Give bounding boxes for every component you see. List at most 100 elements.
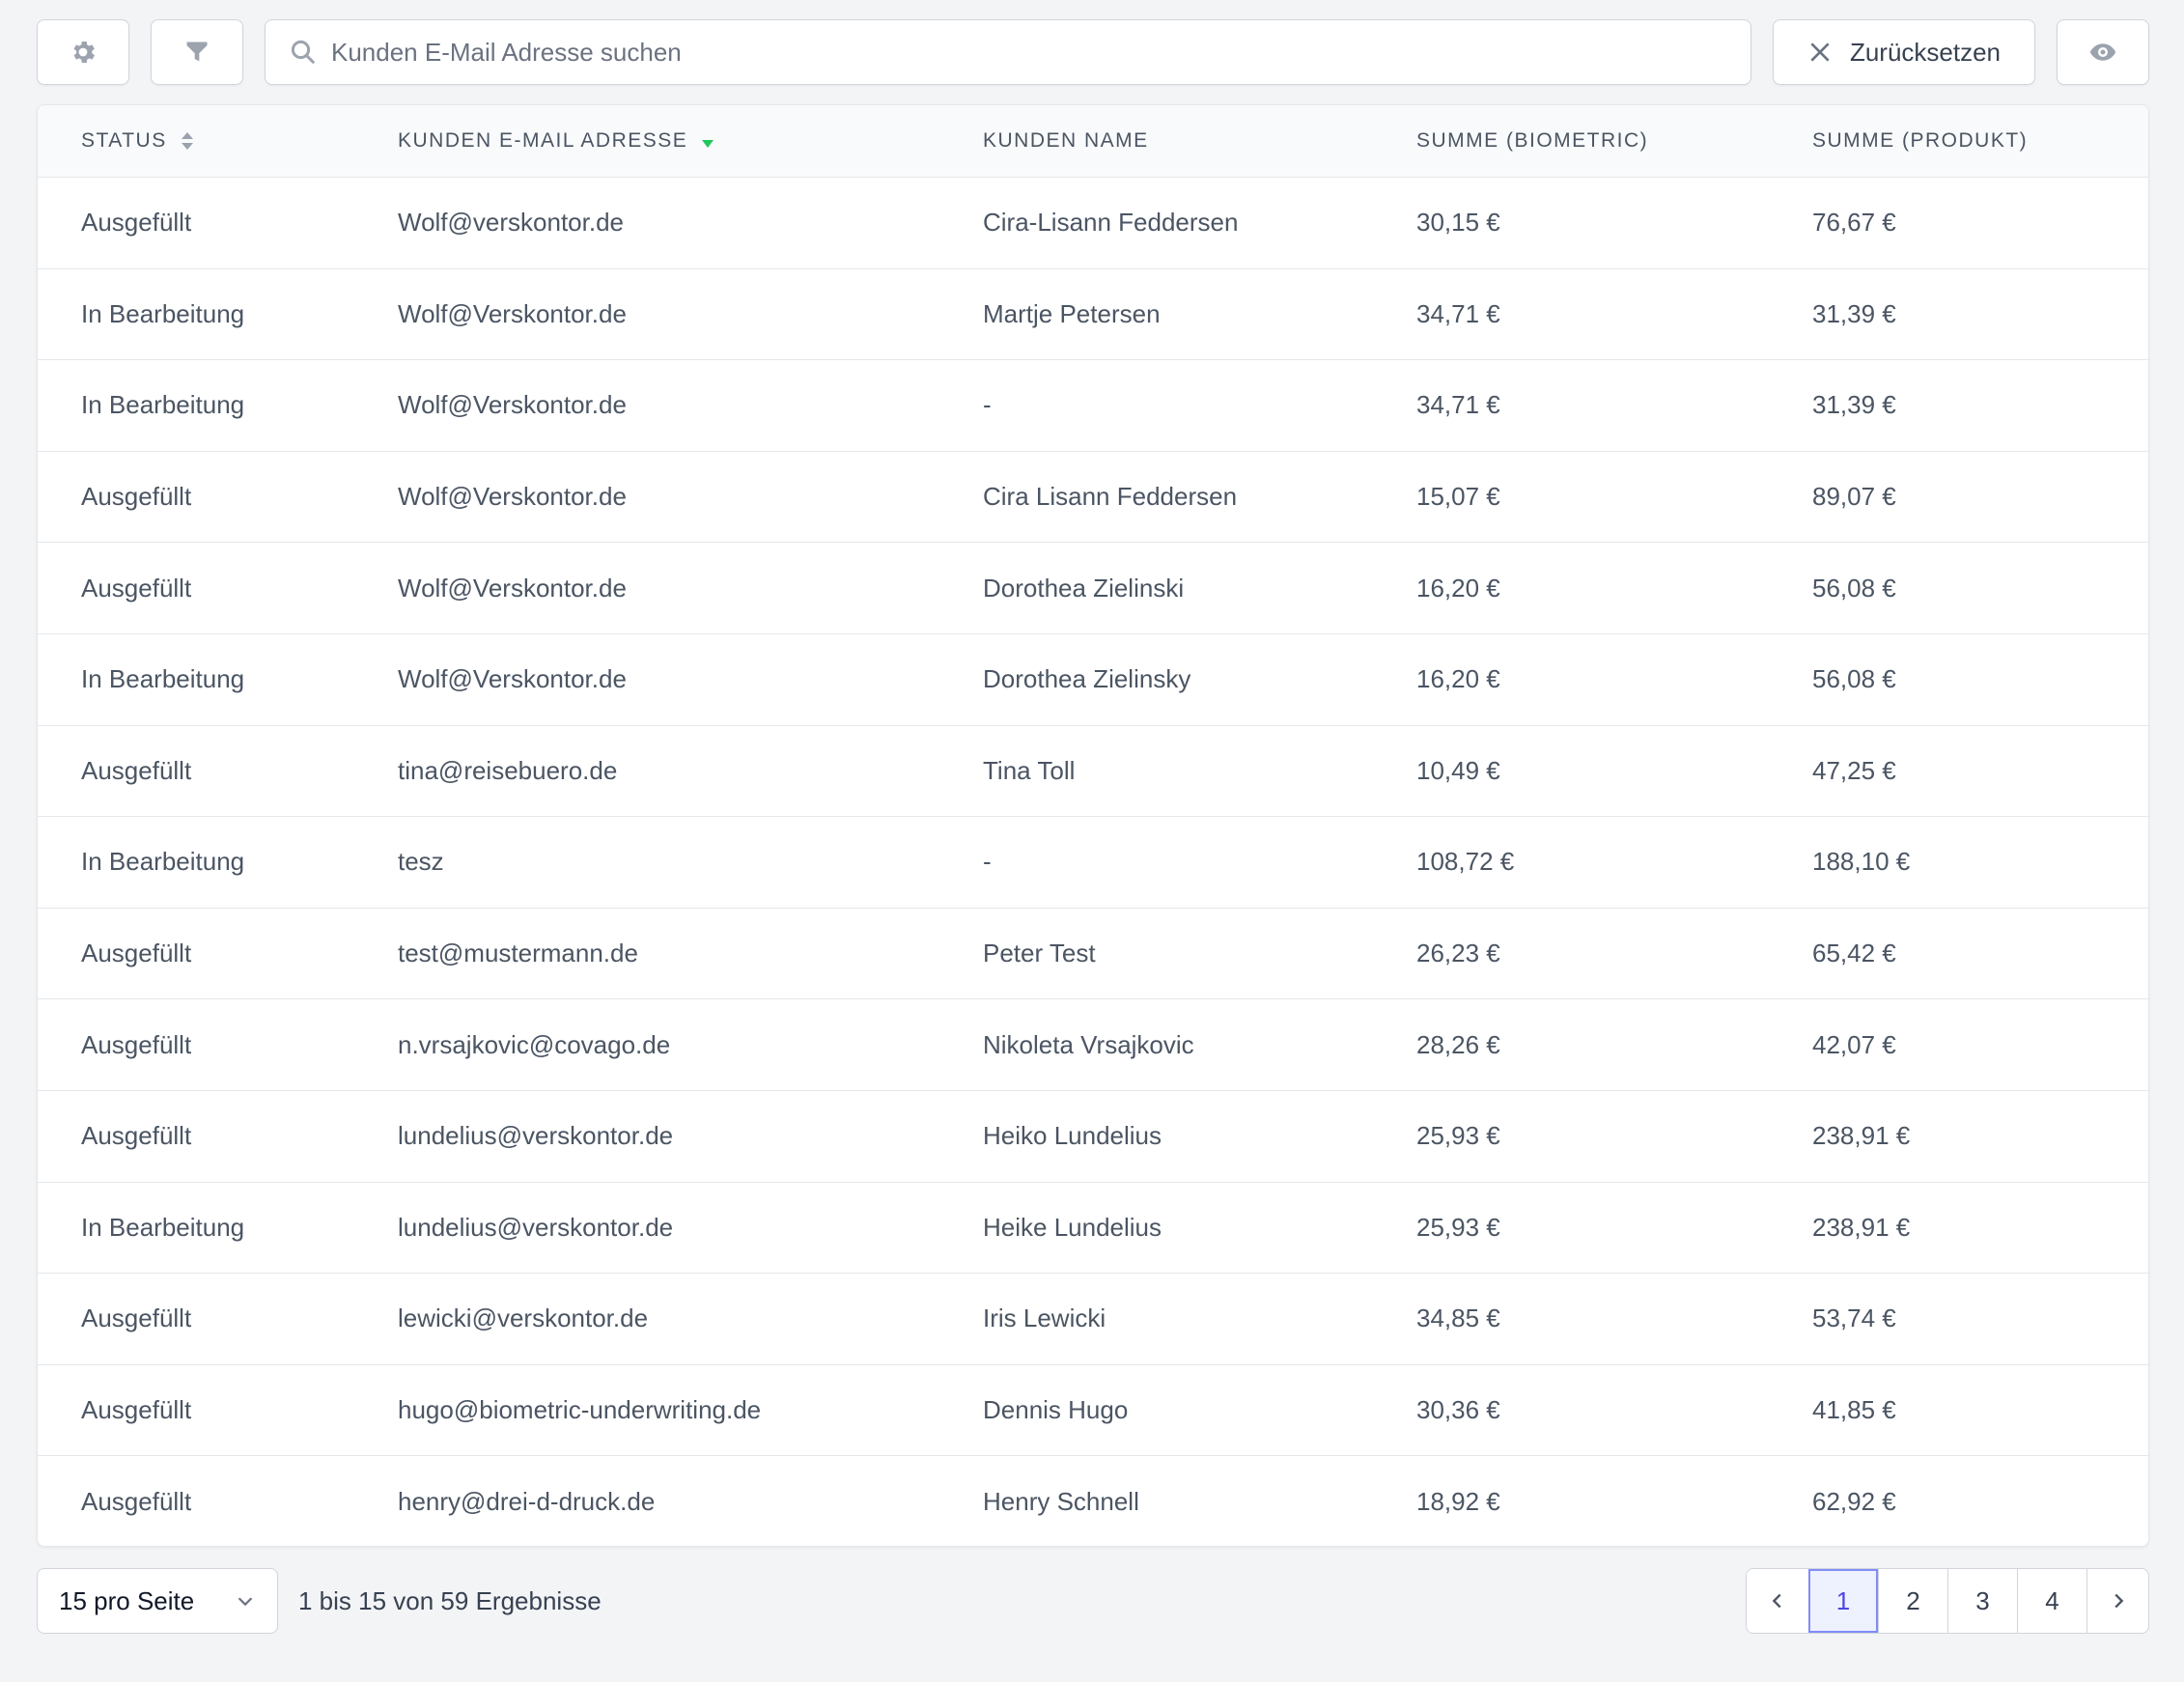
status-cell: Ausgefüllt [81, 1029, 192, 1059]
table-row[interactable]: In Bearbeitung Wolf@Verskontor.de Dorothea… [38, 634, 2148, 726]
table-row[interactable]: In Bearbeitung Wolf@Verskontor.de Martje P… [38, 269, 2148, 361]
prev-page-button[interactable] [1747, 1569, 1808, 1633]
sum-biometric-cell: 26,23 € [1416, 939, 1500, 968]
sum-biometric-cell: 18,92 € [1416, 1487, 1500, 1517]
sort-descending-icon [702, 140, 714, 148]
header-sum-biometric[interactable]: Summe (Biometric) [1416, 129, 1648, 153]
sum-biometric-cell: 25,93 € [1416, 1121, 1500, 1151]
sum-product-cell: 238,91 € [1812, 1212, 1911, 1242]
sum-biometric-cell: 108,72 € [1416, 847, 1515, 877]
table-row[interactable]: Ausgefüllt test@mustermann.de Peter Test 26… [38, 909, 2148, 1000]
header-email[interactable]: Kunden E-Mail Adresse [398, 129, 714, 153]
per-page-select[interactable]: 15 pro Seite [37, 1568, 278, 1634]
table-body: Ausgefüllt Wolf@verskontor.de Cira-Lisann … [38, 178, 2148, 1546]
table-row[interactable]: Ausgefüllt hugo@biometric-underwriting.de… [38, 1365, 2148, 1457]
email-cell: Wolf@Verskontor.de [398, 482, 627, 512]
sum-product-cell: 188,10 € [1812, 847, 1911, 877]
column-visibility-button[interactable] [2057, 19, 2149, 85]
sum-biometric-cell: 28,26 € [1416, 1029, 1500, 1059]
table-row[interactable]: Ausgefüllt Wolf@Verskontor.de Dorothea Zie… [38, 543, 2148, 634]
sum-product-cell: 47,25 € [1812, 755, 1896, 785]
sum-biometric-cell: 30,36 € [1416, 1395, 1500, 1425]
status-cell: Ausgefüllt [81, 755, 192, 785]
sum-biometric-cell: 10,49 € [1416, 755, 1500, 785]
sum-product-cell: 76,67 € [1812, 208, 1896, 238]
table-row[interactable]: In Bearbeitung Wolf@Verskontor.de - 34,71 €… [38, 360, 2148, 452]
sum-product-cell: 31,39 € [1812, 390, 1896, 420]
sum-product-cell: 238,91 € [1812, 1121, 1911, 1151]
name-cell: Cira-Lisann Feddersen [983, 208, 1239, 238]
email-cell: tesz [398, 847, 444, 877]
sum-product-cell: 42,07 € [1812, 1029, 1896, 1059]
table-row[interactable]: Ausgefüllt Wolf@verskontor.de Cira-Lisann … [38, 178, 2148, 269]
status-cell: In Bearbeitung [81, 847, 245, 877]
name-cell: Martje Petersen [983, 298, 1161, 328]
table-row[interactable]: Ausgefüllt Wolf@Verskontor.de Cira Lisann … [38, 452, 2148, 544]
table-row[interactable]: Ausgefüllt tina@reisebuero.de Tina Toll 10,… [38, 726, 2148, 818]
reset-button[interactable]: Zurücksetzen [1773, 19, 2035, 85]
close-icon [1810, 42, 1830, 62]
email-cell: Wolf@Verskontor.de [398, 298, 627, 328]
status-cell: In Bearbeitung [81, 298, 245, 328]
next-page-button[interactable] [2086, 1569, 2148, 1633]
filter-button[interactable] [151, 19, 243, 85]
search-icon [291, 40, 316, 65]
settings-button[interactable] [37, 19, 129, 85]
page-4-button[interactable]: 4 [2017, 1569, 2086, 1633]
name-cell: Dorothea Zielinski [983, 573, 1185, 603]
name-cell: - [983, 390, 992, 420]
table-row[interactable]: In Bearbeitung tesz - 108,72 € 188,10 € [38, 817, 2148, 909]
header-status[interactable]: Status [81, 129, 194, 153]
gear-icon [73, 42, 95, 63]
sum-product-cell: 65,42 € [1812, 939, 1896, 968]
table-row[interactable]: Ausgefüllt n.vrsajkovic@covago.de Nikoleta… [38, 999, 2148, 1091]
email-cell: Wolf@Verskontor.de [398, 573, 627, 603]
sort-icon [181, 132, 193, 150]
sum-biometric-cell: 16,20 € [1416, 664, 1500, 694]
status-cell: In Bearbeitung [81, 390, 245, 420]
status-cell: Ausgefüllt [81, 208, 192, 238]
sum-biometric-cell: 16,20 € [1416, 573, 1500, 603]
sum-product-cell: 56,08 € [1812, 664, 1896, 694]
chevron-right-icon [2114, 1593, 2123, 1609]
results-summary: 1 bis 15 von 59 Ergebnisse [298, 1585, 602, 1615]
status-cell: Ausgefüllt [81, 1304, 192, 1333]
email-cell: lewicki@verskontor.de [398, 1304, 649, 1333]
name-cell: Tina Toll [983, 755, 1076, 785]
page-3-button[interactable]: 3 [1947, 1569, 2017, 1633]
sum-product-cell: 53,74 € [1812, 1304, 1896, 1333]
sum-biometric-cell: 15,07 € [1416, 482, 1500, 512]
sum-product-cell: 41,85 € [1812, 1395, 1896, 1425]
status-cell: Ausgefüllt [81, 482, 192, 512]
email-cell: n.vrsajkovic@covago.de [398, 1029, 671, 1059]
email-cell: Wolf@Verskontor.de [398, 390, 627, 420]
toolbar: Zurücksetzen [37, 19, 2149, 85]
sum-biometric-cell: 34,85 € [1416, 1304, 1500, 1333]
sum-biometric-cell: 25,93 € [1416, 1212, 1500, 1242]
per-page-value: 15 pro Seite [59, 1585, 195, 1615]
header-sum-product[interactable]: Summe (Produkt) [1812, 129, 2028, 153]
status-cell: In Bearbeitung [81, 1212, 245, 1242]
email-cell: Wolf@Verskontor.de [398, 664, 627, 694]
table-row[interactable]: Ausgefüllt lundelius@verskontor.de Heiko L… [38, 1091, 2148, 1183]
page-1-button[interactable]: 1 [1808, 1569, 1878, 1633]
page-2-button[interactable]: 2 [1878, 1569, 1947, 1633]
sum-product-cell: 31,39 € [1812, 298, 1896, 328]
chevron-down-icon [238, 1597, 253, 1607]
table-row[interactable]: Ausgefüllt henry@drei-d-druck.de Henry Sch… [38, 1456, 2148, 1546]
email-cell: henry@drei-d-druck.de [398, 1487, 656, 1517]
sum-biometric-cell: 34,71 € [1416, 298, 1500, 328]
table-row[interactable]: Ausgefüllt lewicki@verskontor.de Iris Lewi… [38, 1274, 2148, 1365]
status-cell: Ausgefüllt [81, 573, 192, 603]
status-cell: Ausgefüllt [81, 1395, 192, 1425]
name-cell: Dorothea Zielinsky [983, 664, 1191, 694]
table-header: Status Kunden E-Mail Adresse Kunden Name… [38, 105, 2148, 178]
name-cell: Peter Test [983, 939, 1096, 968]
status-cell: Ausgefüllt [81, 1121, 192, 1151]
search-input[interactable] [331, 37, 1750, 68]
table-row[interactable]: In Bearbeitung lundelius@verskontor.de Hei… [38, 1183, 2148, 1275]
search-box[interactable] [265, 19, 1751, 85]
reset-label: Zurücksetzen [1849, 37, 2002, 67]
header-name[interactable]: Kunden Name [983, 129, 1149, 153]
sum-product-cell: 89,07 € [1812, 482, 1896, 512]
